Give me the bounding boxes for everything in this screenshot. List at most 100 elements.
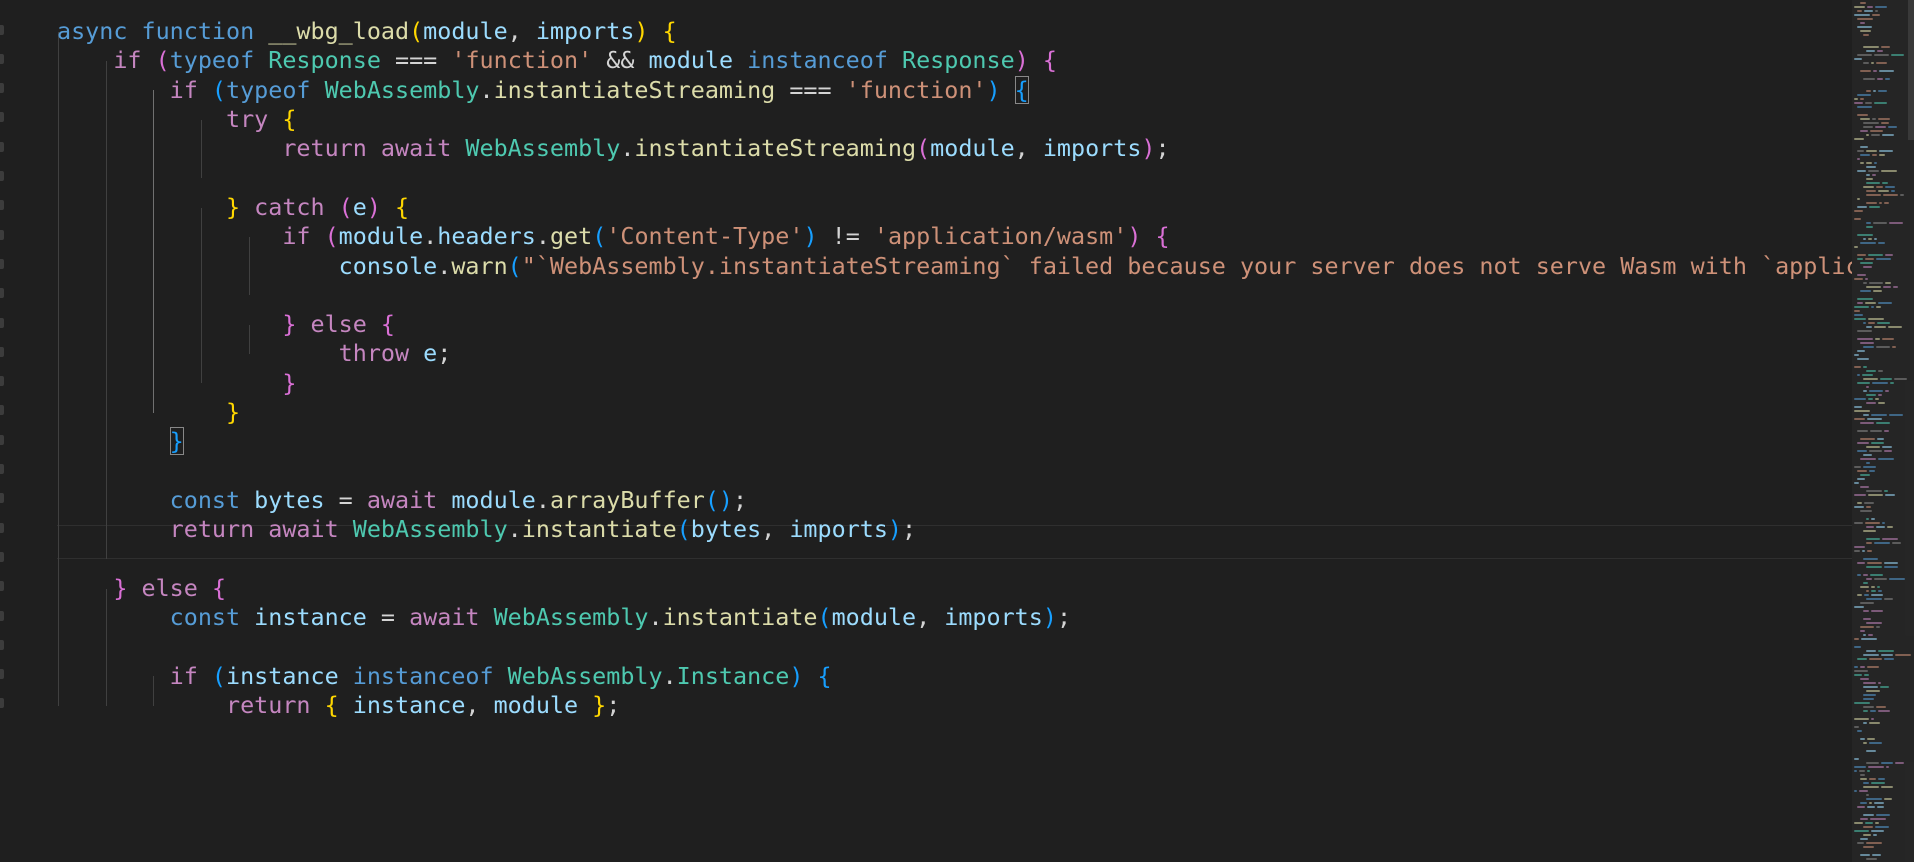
minimap-line xyxy=(1866,842,1882,844)
minimap-line xyxy=(1857,274,1866,276)
minimap-line xyxy=(1854,522,1863,524)
minimap-line xyxy=(1889,414,1903,416)
minimap-line xyxy=(1874,542,1890,544)
minimap-line xyxy=(1881,654,1893,656)
minimap-line xyxy=(1860,838,1868,840)
minimap-line xyxy=(1873,290,1882,292)
minimap-line xyxy=(1877,78,1883,80)
minimap-line xyxy=(1857,18,1873,20)
code-token: module xyxy=(423,17,508,46)
minimap-line xyxy=(1876,814,1890,816)
code-line[interactable]: } xyxy=(57,423,184,459)
code-editor[interactable]: async function __wbg_load(module, import… xyxy=(0,0,1914,862)
code-line[interactable]: const instance = await WebAssembly.insta… xyxy=(57,599,1071,635)
minimap-line xyxy=(1854,310,1860,312)
minimap-line xyxy=(1895,762,1904,764)
code-token: console xyxy=(338,251,438,280)
minimap-line xyxy=(1881,762,1893,764)
code-token: bytes xyxy=(254,485,339,514)
minimap-line xyxy=(1866,526,1874,528)
minimap-line xyxy=(1870,130,1883,132)
scrollbar-thumb[interactable] xyxy=(1908,0,1914,140)
vertical-scrollbar[interactable] xyxy=(1908,0,1914,862)
minimap-line xyxy=(1854,278,1863,280)
minimap-line xyxy=(1863,706,1874,708)
minimap-line xyxy=(1868,634,1873,636)
minimap-line xyxy=(1861,638,1877,640)
code-line[interactable]: return { instance, module }; xyxy=(57,687,620,723)
code-area[interactable]: async function __wbg_load(module, import… xyxy=(0,0,1852,862)
minimap-line xyxy=(1866,202,1877,204)
minimap-line xyxy=(1876,346,1890,348)
minimap-line xyxy=(1863,686,1878,688)
minimap-line xyxy=(1857,562,1865,564)
minimap-line xyxy=(1870,430,1882,432)
code-token: ( xyxy=(592,222,607,251)
code-line[interactable]: return await WebAssembly.instantiate(byt… xyxy=(57,511,916,547)
minimap-line xyxy=(1863,722,1867,724)
code-token: { xyxy=(817,661,832,690)
code-token: instanceof xyxy=(747,46,903,75)
minimap-line xyxy=(1878,190,1889,192)
code-token: ) xyxy=(1014,46,1043,75)
code-token: module xyxy=(930,134,1015,163)
minimap-line xyxy=(1871,134,1880,136)
minimap-line xyxy=(1866,50,1875,52)
code-token: catch xyxy=(254,192,339,221)
minimap-line xyxy=(1868,238,1872,240)
minimap-line xyxy=(1854,494,1866,496)
code-token: instantiate xyxy=(662,603,818,632)
minimap-line xyxy=(1882,182,1888,184)
minimap-line xyxy=(1866,394,1876,396)
minimap-line xyxy=(1877,322,1890,324)
minimap-line xyxy=(1884,658,1894,660)
minimap-line xyxy=(1863,846,1874,848)
minimap-line xyxy=(1854,210,1863,212)
minimap-line xyxy=(1882,134,1894,136)
minimap[interactable] xyxy=(1852,0,1914,862)
code-token: { xyxy=(395,192,410,221)
code-token: Instance xyxy=(676,661,790,690)
minimap-line xyxy=(1870,574,1883,576)
minimap-line xyxy=(1875,126,1886,128)
code-token: await xyxy=(380,134,466,163)
minimap-line xyxy=(1866,518,1869,520)
minimap-line xyxy=(1868,254,1883,256)
code-token: . xyxy=(620,134,635,163)
minimap-line xyxy=(1871,830,1884,832)
minimap-line xyxy=(1876,706,1886,708)
minimap-line xyxy=(1863,654,1879,656)
minimap-line xyxy=(1860,802,1867,804)
minimap-line xyxy=(1877,586,1880,588)
code-token: . xyxy=(423,222,438,251)
code-token: e xyxy=(423,339,438,368)
minimap-line xyxy=(1874,802,1884,804)
code-token: () xyxy=(704,485,734,514)
code-token: ( xyxy=(409,17,424,46)
minimap-line xyxy=(1860,162,1864,164)
minimap-line xyxy=(1854,638,1859,640)
code-token: headers xyxy=(437,222,536,251)
code-line[interactable]: console.warn("`WebAssembly.instantiateSt… xyxy=(57,248,1852,284)
code-token: const xyxy=(169,485,255,514)
minimap-line xyxy=(1881,122,1889,124)
code-token: e xyxy=(352,192,367,221)
code-token: throw xyxy=(338,339,424,368)
code-token: imports xyxy=(789,515,888,544)
code-token: === xyxy=(395,46,452,75)
minimap-line xyxy=(1880,378,1892,380)
code-token: . xyxy=(535,485,550,514)
minimap-line xyxy=(1869,470,1875,472)
minimap-line xyxy=(1860,778,1867,780)
minimap-line xyxy=(1863,186,1874,188)
minimap-line xyxy=(1884,450,1892,452)
minimap-line xyxy=(1866,762,1879,764)
minimap-line xyxy=(1863,814,1874,816)
code-line[interactable]: return await WebAssembly.instantiateStre… xyxy=(57,130,1169,166)
code-token: ( xyxy=(338,192,353,221)
